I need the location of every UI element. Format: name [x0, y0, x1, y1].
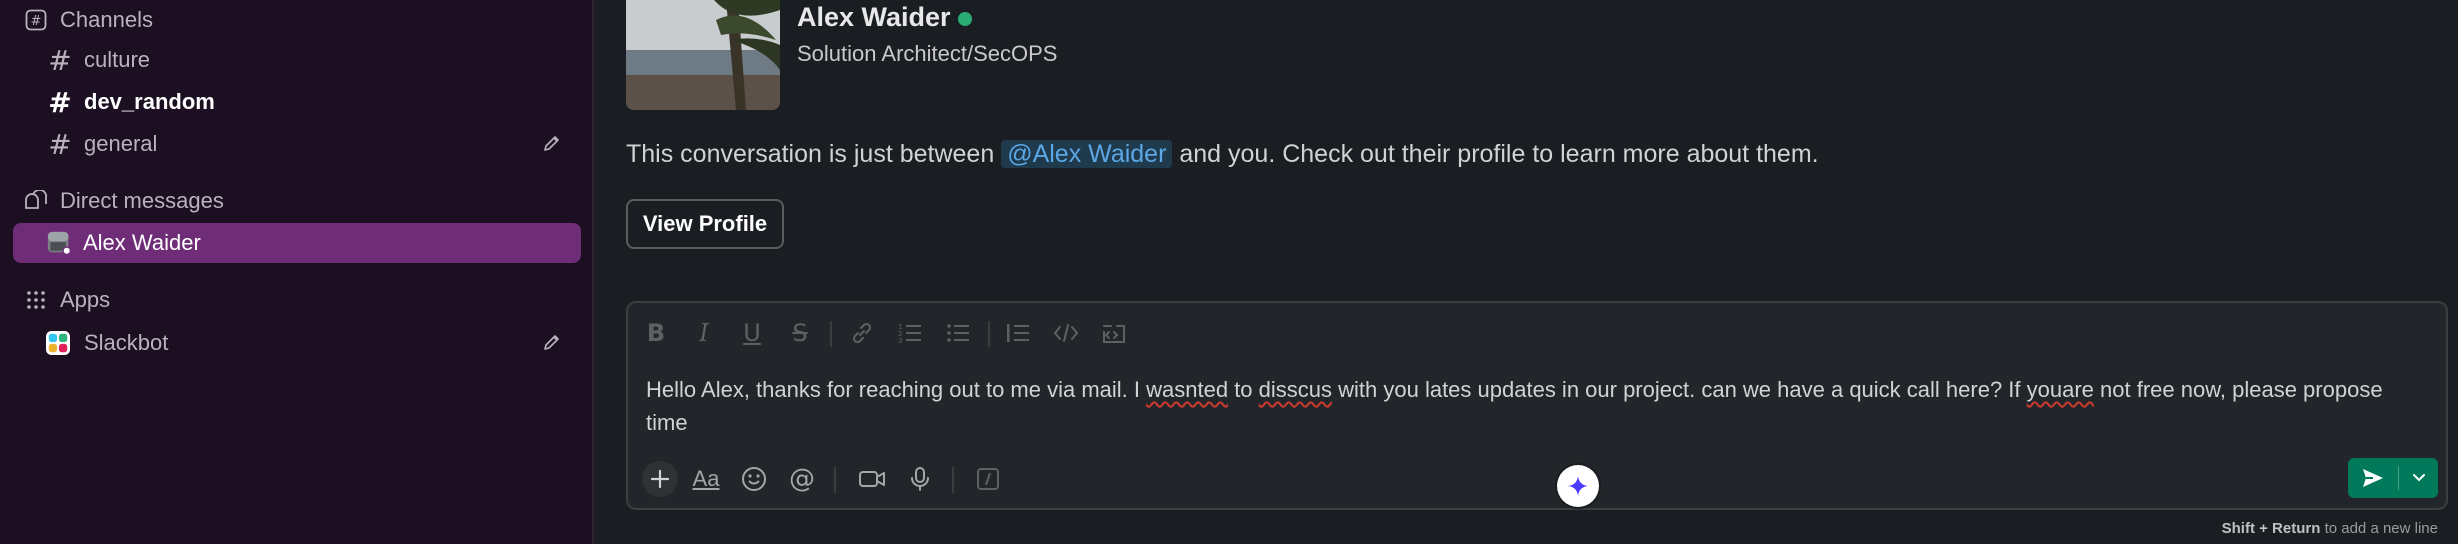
edit-icon[interactable] [542, 332, 564, 354]
avatar [47, 231, 71, 255]
video-icon[interactable] [856, 463, 888, 495]
apps-section-header[interactable]: Apps [0, 280, 594, 320]
underline-icon[interactable]: U [738, 319, 766, 347]
message-text: Hello Alex, thanks for reaching out to m… [646, 377, 1147, 402]
view-profile-button[interactable]: View Profile [626, 199, 784, 249]
profile-title: Solution Architect/SecOPS [797, 41, 1058, 66]
profile-photo[interactable] [626, 0, 780, 110]
sidebar-item-culture[interactable]: # culture [0, 40, 594, 80]
intro-text-before: This conversation is just between [626, 140, 1002, 168]
slackbot-icon [46, 331, 70, 355]
apps-grid-icon [24, 288, 48, 312]
bold-icon[interactable]: B [642, 319, 670, 347]
sidebar: # Channels # culture # dev_random # gene… [0, 0, 594, 544]
shortcuts-slash-icon[interactable] [972, 463, 1004, 495]
direct-messages-icon [24, 189, 48, 213]
channels-header-label: Channels [60, 7, 153, 32]
sidebar-item-general[interactable]: # general [0, 124, 594, 164]
channels-icon: # [24, 8, 48, 32]
code-block-icon[interactable] [1100, 319, 1128, 347]
mention-icon[interactable]: @ [786, 463, 818, 495]
microphone-icon[interactable] [904, 463, 936, 495]
ai-assist-button[interactable] [1557, 465, 1599, 507]
newline-hint: Shift + Return to add a new line [2222, 520, 2438, 537]
send-icon[interactable] [2348, 458, 2398, 498]
misspelled-word[interactable]: disscus [1259, 377, 1332, 402]
app-label: Slackbot [84, 330, 169, 355]
attach-plus-icon[interactable] [642, 461, 678, 497]
italic-icon[interactable]: I [690, 319, 718, 347]
profile-name[interactable]: Alex Waider [797, 2, 951, 33]
bullet-list-icon[interactable] [944, 319, 972, 347]
code-icon[interactable] [1052, 319, 1080, 347]
edit-icon[interactable] [542, 133, 564, 155]
dm-header-label: Direct messages [60, 188, 224, 213]
ordered-list-icon[interactable]: 123 [896, 319, 924, 347]
misspelled-word[interactable]: wasnted [1146, 377, 1228, 402]
toolbar-divider [830, 321, 832, 347]
message-composer: B I U S 123 Hello Alex, thanks for reach… [626, 301, 2448, 510]
misspelled-word[interactable]: youare [2027, 377, 2094, 402]
link-icon[interactable] [848, 319, 876, 347]
text-formatting-icon[interactable]: Aa [690, 463, 722, 495]
user-mention[interactable]: @Alex Waider [1001, 140, 1173, 168]
channel-label: dev_random [84, 89, 215, 114]
conversation-intro: This conversation is just between @Alex … [626, 140, 1819, 169]
svg-text:3: 3 [898, 337, 902, 345]
svg-text:#: # [31, 14, 42, 29]
dm-section-header[interactable]: Direct messages [0, 181, 594, 221]
channel-label: culture [84, 47, 151, 72]
message-text: to [1228, 377, 1259, 402]
hash-icon: # [48, 127, 72, 161]
message-input[interactable]: Hello Alex, thanks for reaching out to m… [646, 373, 2426, 439]
blockquote-icon[interactable] [1004, 319, 1032, 347]
dm-label: Alex Waider [83, 230, 201, 255]
toolbar-divider [988, 321, 990, 347]
sidebar-item-alex-waider[interactable]: Alex Waider [13, 223, 581, 263]
toolbar-divider [952, 467, 954, 493]
toolbar-divider [834, 467, 836, 493]
chevron-down-icon[interactable] [2399, 458, 2438, 498]
hint-shortcut: Shift + Return [2221, 520, 2321, 537]
hash-icon: # [48, 43, 72, 77]
emoji-icon[interactable] [738, 463, 770, 495]
apps-header-label: Apps [60, 287, 111, 312]
sidebar-item-dev-random[interactable]: # dev_random [0, 82, 594, 122]
intro-text-after: and you. Check out their profile to lear… [1172, 140, 1819, 168]
channels-section-header[interactable]: # Channels [0, 0, 594, 40]
strikethrough-icon[interactable]: S [786, 319, 814, 347]
online-status-indicator [958, 12, 972, 26]
sidebar-item-slackbot[interactable]: Slackbot [0, 323, 594, 363]
hash-icon: # [48, 85, 72, 119]
channel-label: general [84, 131, 158, 156]
sparkle-icon [1568, 476, 1588, 496]
message-text: with you lates updates in our project. c… [1332, 377, 2027, 402]
hint-text: to add a new line [2320, 520, 2438, 537]
send-button-group [2348, 458, 2438, 498]
